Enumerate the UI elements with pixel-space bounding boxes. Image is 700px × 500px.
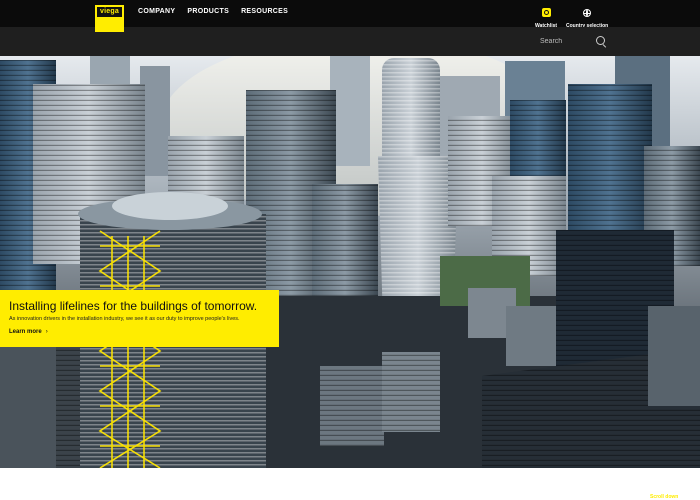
top-navigation-bar: viega COMPANY PRODUCTS RESOURCES Watchli… — [0, 0, 700, 32]
nav-products[interactable]: PRODUCTS — [187, 8, 229, 15]
watchlist-button[interactable]: Watchlist — [535, 4, 557, 29]
main-nav: COMPANY PRODUCTS RESOURCES — [138, 8, 288, 15]
hero-image: Installing lifelines for the buildings o… — [0, 56, 700, 468]
learn-more-link[interactable]: Learn more › — [9, 329, 48, 335]
viega-logo[interactable]: viega — [95, 5, 124, 32]
search-input[interactable] — [540, 36, 588, 47]
hero-subtitle: As innovation drivers in the installatio… — [9, 316, 240, 322]
nav-resources[interactable]: RESOURCES — [241, 8, 288, 15]
hero-title: Installing lifelines for the buildings o… — [9, 299, 258, 313]
learn-more-label: Learn more — [9, 329, 42, 335]
logo-text: viega — [97, 7, 122, 17]
bottom-strip: Scroll down — [0, 468, 700, 500]
city-skyline-illustration — [0, 56, 700, 468]
nav-company[interactable]: COMPANY — [138, 8, 175, 15]
watchlist-icon — [541, 8, 551, 17]
country-selection-button[interactable]: Country selection — [566, 4, 608, 29]
scroll-down-link[interactable]: Scroll down — [650, 494, 678, 500]
chevron-right-icon: › — [45, 329, 48, 335]
globe-icon — [583, 9, 592, 17]
search-icon[interactable] — [596, 36, 605, 45]
hero-teaser-box: Installing lifelines for the buildings o… — [0, 290, 279, 347]
